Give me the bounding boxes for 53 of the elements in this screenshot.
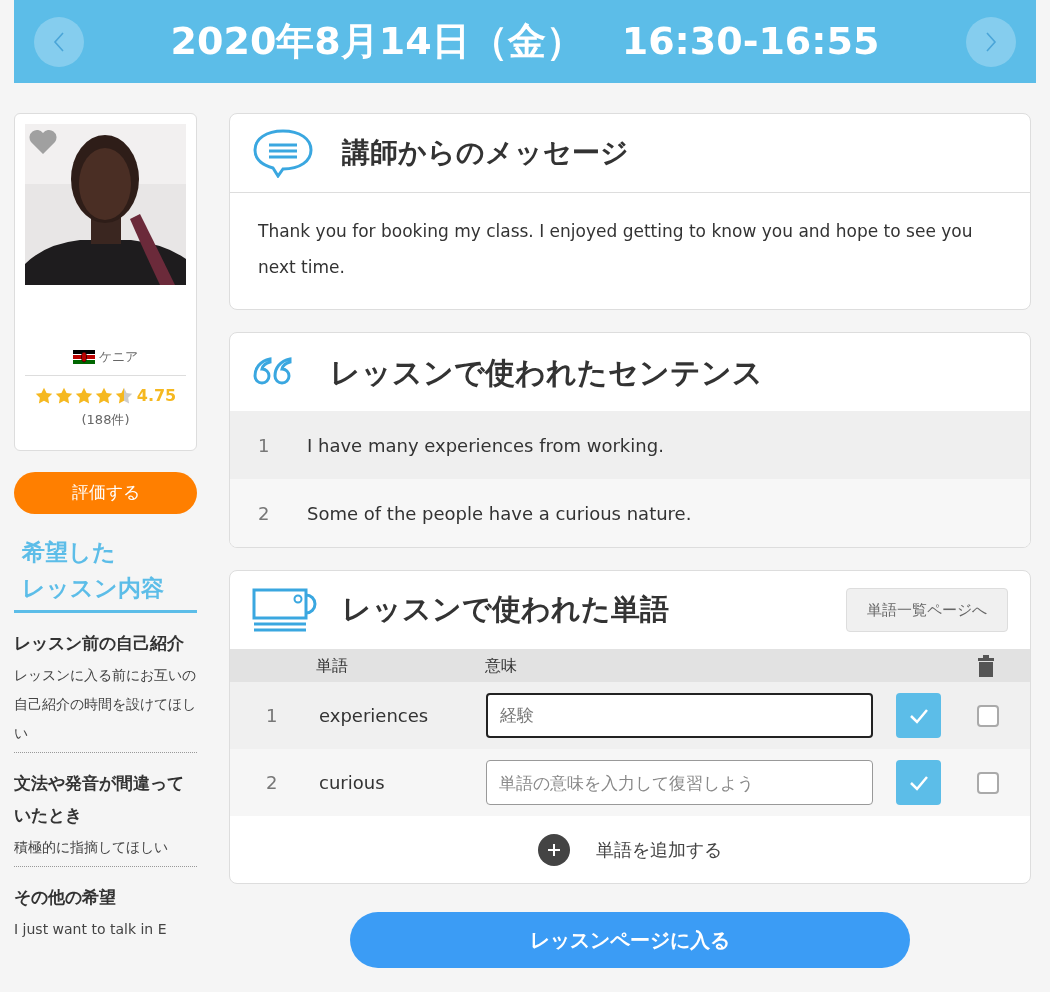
rate-button[interactable]: 評価する xyxy=(14,472,197,514)
column-header: 単語 xyxy=(316,654,349,677)
enter-lesson-button[interactable]: レッスンページに入る xyxy=(350,912,910,968)
column-header: 意味 xyxy=(485,654,517,677)
word-text: curious xyxy=(319,771,386,795)
row-number: 2 xyxy=(265,771,279,795)
review-count: (188件) xyxy=(81,410,130,429)
next-button[interactable] xyxy=(966,16,1016,67)
trash-icon xyxy=(978,654,994,677)
row-number: 2 xyxy=(257,501,271,526)
checkbox[interactable] xyxy=(977,704,999,727)
add-icon[interactable] xyxy=(538,833,570,866)
card-icon xyxy=(252,587,318,633)
request-text: I just want to talk in E xyxy=(14,920,168,939)
row-number: 1 xyxy=(265,704,279,728)
previous-button[interactable] xyxy=(34,16,84,67)
heart-icon[interactable] xyxy=(28,129,58,155)
request-title: 文法や発音が間違っていたとき xyxy=(14,772,185,827)
save-button[interactable] xyxy=(896,760,941,805)
speech-bubble-icon xyxy=(252,128,314,178)
sentence-text: Some of the people have a curious nature. xyxy=(307,501,692,526)
request-text: レッスンに入る前にお互いの自己紹介の時間を設けてほしい xyxy=(14,666,197,743)
star-icon xyxy=(34,386,53,405)
add-word-link[interactable]: 単語を追加する xyxy=(596,836,722,863)
star-icon xyxy=(74,386,93,405)
meaning-field[interactable]: 経験 xyxy=(486,693,873,738)
teacher-country: ケニア xyxy=(99,348,138,366)
section-title: 講師からのメッセージ xyxy=(342,135,629,171)
requests-heading: 希望した xyxy=(22,538,116,567)
section-title: レッスンで使われた単語 xyxy=(342,591,669,629)
request-title: その他の希望 xyxy=(14,886,117,909)
request-title: レッスン前の自己紹介 xyxy=(14,632,185,655)
request-text: 積極的に指摘してほしい xyxy=(14,838,169,857)
chevron-left-icon xyxy=(52,30,66,53)
star-icon xyxy=(54,386,73,405)
word-list-button[interactable]: 単語一覧ページへ xyxy=(846,588,1008,632)
meaning-field[interactable]: 単語の意味を入力して復習しよう xyxy=(486,760,873,805)
star-icon xyxy=(94,386,113,405)
flag-icon xyxy=(73,349,95,364)
check-icon xyxy=(908,707,929,724)
checkbox[interactable] xyxy=(977,771,999,794)
requests-heading: レッスン内容 xyxy=(22,574,164,603)
section-title: レッスンで使われたセンテンス xyxy=(330,353,763,392)
word-text: experiences xyxy=(319,704,430,728)
chevron-right-icon xyxy=(984,30,998,53)
message-text: Thank you for booking my class. I enjoyed getting to know you and hope to see you next time. xyxy=(257,220,974,279)
row-number: 1 xyxy=(257,433,271,458)
sentence-text: I have many experiences from working. xyxy=(307,433,664,458)
check-icon xyxy=(908,774,929,791)
rating-value: 4.75 xyxy=(136,384,177,407)
save-button[interactable] xyxy=(896,693,941,738)
star-icon xyxy=(114,386,133,405)
date-time-title: 2020年8月14日（金） 16:30-16:55 xyxy=(170,18,880,65)
